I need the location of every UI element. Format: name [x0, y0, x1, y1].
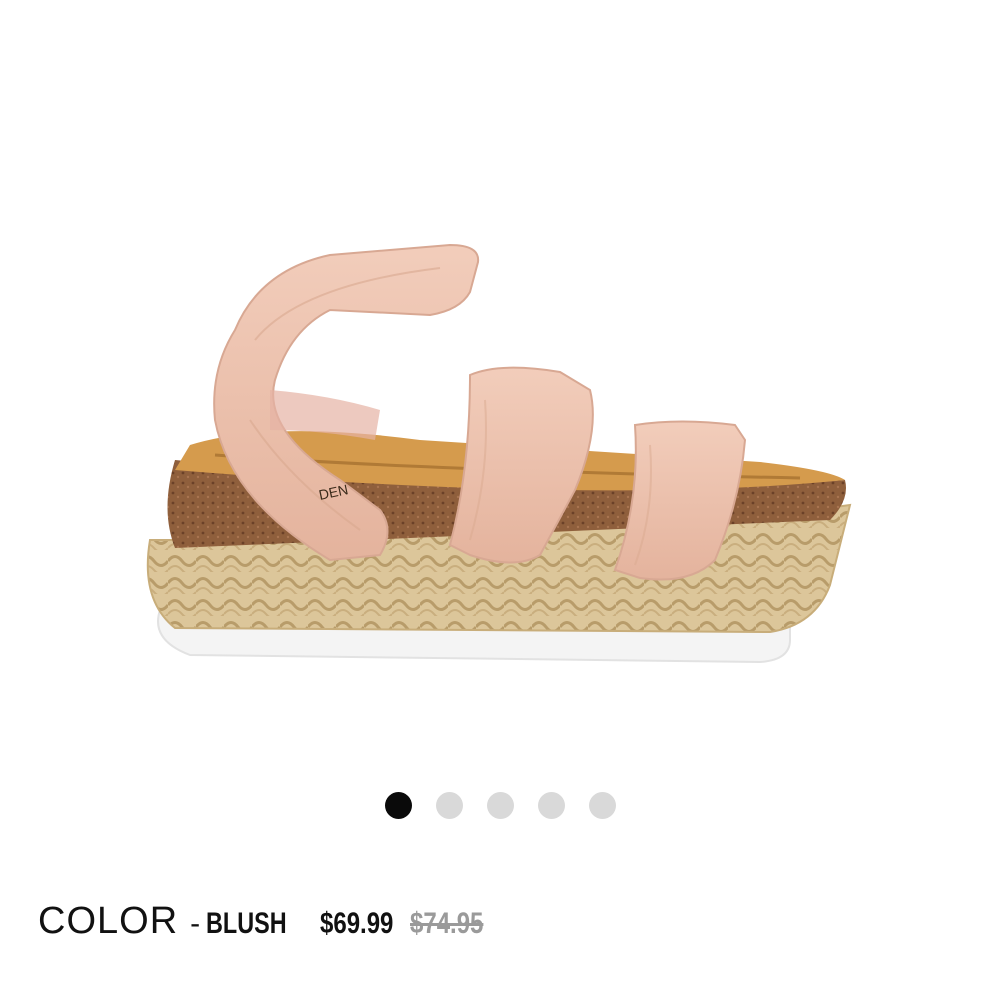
color-value: BLUSH [206, 907, 287, 940]
color-separator: - [190, 907, 201, 940]
carousel-dot-1[interactable] [384, 791, 412, 819]
product-image[interactable]: DEN [0, 0, 1000, 760]
price-original: $74.95 [410, 907, 484, 940]
image-carousel-dots [0, 790, 1000, 820]
product-page: DEN COLOR - BLUSH $69.99 $74.95 [0, 0, 1000, 1000]
color-label: COLOR [38, 900, 179, 942]
carousel-dot-3[interactable] [486, 791, 514, 819]
price-current: $69.99 [320, 907, 394, 940]
carousel-dot-4[interactable] [537, 791, 565, 819]
carousel-dot-5[interactable] [588, 791, 616, 819]
sandal-illustration: DEN [146, 243, 852, 664]
product-details-row: COLOR - BLUSH $69.99 $74.95 [38, 900, 498, 952]
carousel-dot-2[interactable] [435, 791, 463, 819]
